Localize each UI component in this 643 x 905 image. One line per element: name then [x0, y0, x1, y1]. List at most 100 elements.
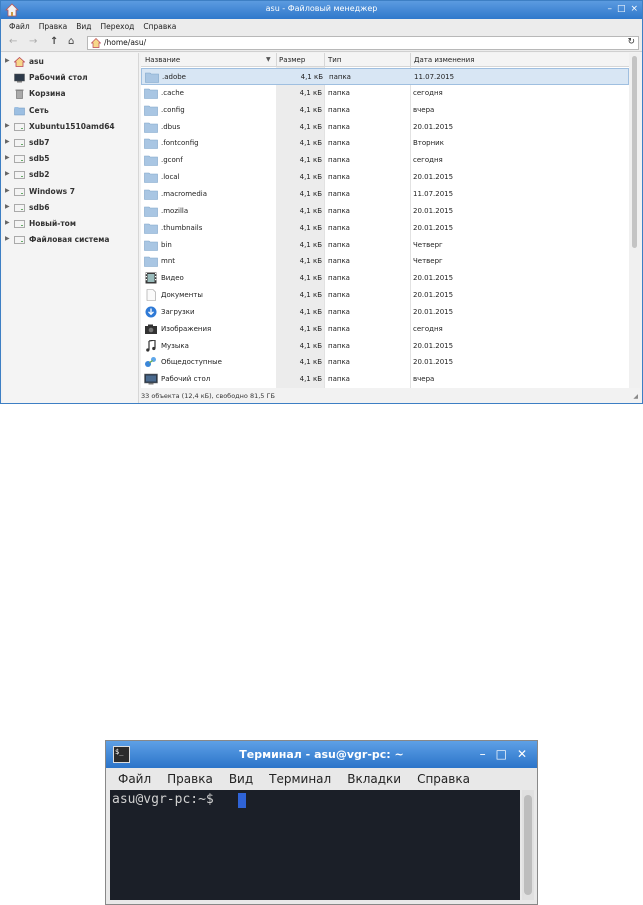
menu-help[interactable]: Справка: [143, 22, 176, 31]
home-button-icon[interactable]: ⌂: [68, 36, 74, 48]
table-row[interactable]: .adobe 4,1 кБ папка 11.07.2015: [141, 68, 629, 85]
table-row[interactable]: .fontconfig 4,1 кБ папка Вторник: [141, 135, 629, 152]
sidebar-item[interactable]: ▶ asu: [3, 54, 139, 70]
minimize-button[interactable]: –: [480, 745, 486, 763]
resize-grip-icon[interactable]: ◢: [633, 393, 638, 400]
sidebar-item[interactable]: ▶ Файловая система: [3, 232, 139, 248]
terminal-menu-view[interactable]: Вид: [229, 772, 253, 786]
table-row[interactable]: Музыка 4,1 кБ папка 20.01.2015: [141, 338, 629, 355]
file-name: .config: [161, 105, 185, 114]
file-manager-titlebar[interactable]: asu - Файловый менеджер – □ ×: [1, 1, 642, 19]
table-row[interactable]: .mozilla 4,1 кБ папка 20.01.2015: [141, 203, 629, 220]
file-name: Загрузки: [161, 307, 195, 316]
reload-icon[interactable]: ↻: [627, 37, 635, 47]
file-size: 4,1 кБ: [299, 206, 322, 215]
table-row[interactable]: Видео 4,1 кБ папка 20.01.2015: [141, 270, 629, 287]
maximize-button[interactable]: □: [496, 745, 507, 763]
share-icon: [144, 356, 158, 368]
sidebar-item[interactable]: ▶ Xubuntu1510amd64: [3, 119, 139, 135]
table-row[interactable]: Документы 4,1 кБ папка 20.01.2015: [141, 287, 629, 304]
table-row[interactable]: .cache 4,1 кБ папка сегодня: [141, 85, 629, 102]
sidebar-item[interactable]: Корзина: [3, 86, 139, 102]
table-row[interactable]: .thumbnails 4,1 кБ папка 20.01.2015: [141, 220, 629, 237]
desktop-icon: [14, 73, 25, 83]
sidebar-item[interactable]: ▶ sdb6: [3, 200, 139, 216]
sidebar-item[interactable]: ▶ sdb5: [3, 151, 139, 167]
expand-arrow-icon[interactable]: ▶: [5, 170, 10, 177]
table-row[interactable]: bin 4,1 кБ папка Четверг: [141, 237, 629, 254]
expand-arrow-icon[interactable]: ▶: [5, 187, 10, 194]
table-row[interactable]: mnt 4,1 кБ папка Четверг: [141, 253, 629, 270]
table-row[interactable]: .local 4,1 кБ папка 20.01.2015: [141, 169, 629, 186]
column-type[interactable]: Тип: [328, 56, 341, 64]
menu-file[interactable]: Файл: [9, 22, 30, 31]
column-size[interactable]: Размер: [279, 56, 305, 64]
terminal-menu-terminal[interactable]: Терминал: [269, 772, 331, 786]
expand-arrow-icon[interactable]: ▶: [5, 219, 10, 226]
file-date: вчера: [413, 375, 435, 384]
drive-icon: [14, 219, 25, 229]
close-button[interactable]: ×: [630, 3, 638, 16]
forward-icon[interactable]: →: [29, 36, 37, 48]
expand-arrow-icon[interactable]: ▶: [5, 138, 10, 145]
folder-icon: [145, 71, 159, 83]
sidebar-item[interactable]: Рабочий стол: [3, 70, 139, 86]
sidebar-item[interactable]: ▶ sdb2: [3, 167, 139, 183]
back-icon[interactable]: ←: [9, 36, 17, 48]
table-row[interactable]: .macromedia 4,1 кБ папка 11.07.2015: [141, 186, 629, 203]
file-type: папка: [328, 341, 350, 350]
column-name[interactable]: Название: [145, 56, 180, 64]
sidebar-item[interactable]: Сеть: [3, 103, 139, 119]
terminal-menu-help[interactable]: Справка: [417, 772, 470, 786]
file-name: Музыка: [161, 341, 189, 350]
terminal-titlebar[interactable]: $_ Терминал - asu@vgr-pc: ~ – □ ✕: [106, 741, 537, 768]
expand-arrow-icon[interactable]: ▶: [5, 122, 10, 129]
header-divider: [410, 53, 411, 67]
file-date: 20.01.2015: [413, 341, 454, 350]
menu-view[interactable]: Вид: [76, 22, 91, 31]
table-row[interactable]: Общедоступные 4,1 кБ папка 20.01.2015: [141, 354, 629, 371]
list-scrollbar[interactable]: [629, 53, 640, 388]
table-row[interactable]: .config 4,1 кБ папка вчера: [141, 102, 629, 119]
table-row[interactable]: .dbus 4,1 кБ папка 20.01.2015: [141, 119, 629, 136]
table-row[interactable]: Рабочий стол 4,1 кБ папка вчера: [141, 371, 629, 388]
menu-edit[interactable]: Правка: [39, 22, 68, 31]
expand-arrow-icon[interactable]: ▶: [5, 57, 10, 64]
file-name: .gconf: [161, 156, 183, 165]
file-type: папка: [328, 88, 350, 97]
scrollbar-thumb[interactable]: [632, 56, 637, 248]
file-type: папка: [328, 358, 350, 367]
menu-go[interactable]: Переход: [101, 22, 135, 31]
scrollbar-thumb[interactable]: [524, 795, 532, 895]
table-row[interactable]: Изображения 4,1 кБ папка сегодня: [141, 321, 629, 338]
terminal-menu-tabs[interactable]: Вкладки: [347, 772, 401, 786]
file-date: 20.01.2015: [413, 223, 454, 232]
terminal-screen[interactable]: asu@vgr-pc:~$: [110, 790, 520, 900]
folder-icon: [144, 222, 158, 234]
sidebar-item[interactable]: ▶ sdb7: [3, 135, 139, 151]
up-icon[interactable]: ↑: [50, 36, 58, 48]
expand-arrow-icon[interactable]: ▶: [5, 154, 10, 161]
file-name: .macromedia: [161, 189, 207, 198]
file-date: сегодня: [413, 324, 443, 333]
close-button[interactable]: ✕: [517, 745, 527, 763]
folder-icon: [144, 205, 158, 217]
sidebar-item[interactable]: ▶ Windows 7: [3, 184, 139, 200]
terminal-menu-file[interactable]: Файл: [118, 772, 151, 786]
path-bar[interactable]: /home/asu/ ↻: [87, 36, 639, 50]
column-date[interactable]: Дата изменения: [414, 56, 474, 64]
maximize-button[interactable]: □: [617, 3, 626, 16]
table-row[interactable]: .gconf 4,1 кБ папка сегодня: [141, 152, 629, 169]
expand-arrow-icon[interactable]: ▶: [5, 235, 10, 242]
expand-arrow-icon[interactable]: ▶: [5, 203, 10, 210]
file-type: папка: [328, 375, 350, 384]
drive-icon: [14, 203, 25, 213]
file-type: папка: [328, 240, 350, 249]
sidebar-item[interactable]: ▶ Новый-том: [3, 216, 139, 232]
terminal-scrollbar[interactable]: [522, 790, 534, 900]
terminal-menu-edit[interactable]: Правка: [167, 772, 213, 786]
table-row[interactable]: Загрузки 4,1 кБ папка 20.01.2015: [141, 304, 629, 321]
sidebar-item-label: Xubuntu1510amd64: [29, 121, 115, 131]
minimize-button[interactable]: –: [607, 3, 612, 16]
sidebar: ▶ asu Рабочий стол Корзина Сеть ▶ Xubuntu1510a…: [3, 53, 139, 403]
